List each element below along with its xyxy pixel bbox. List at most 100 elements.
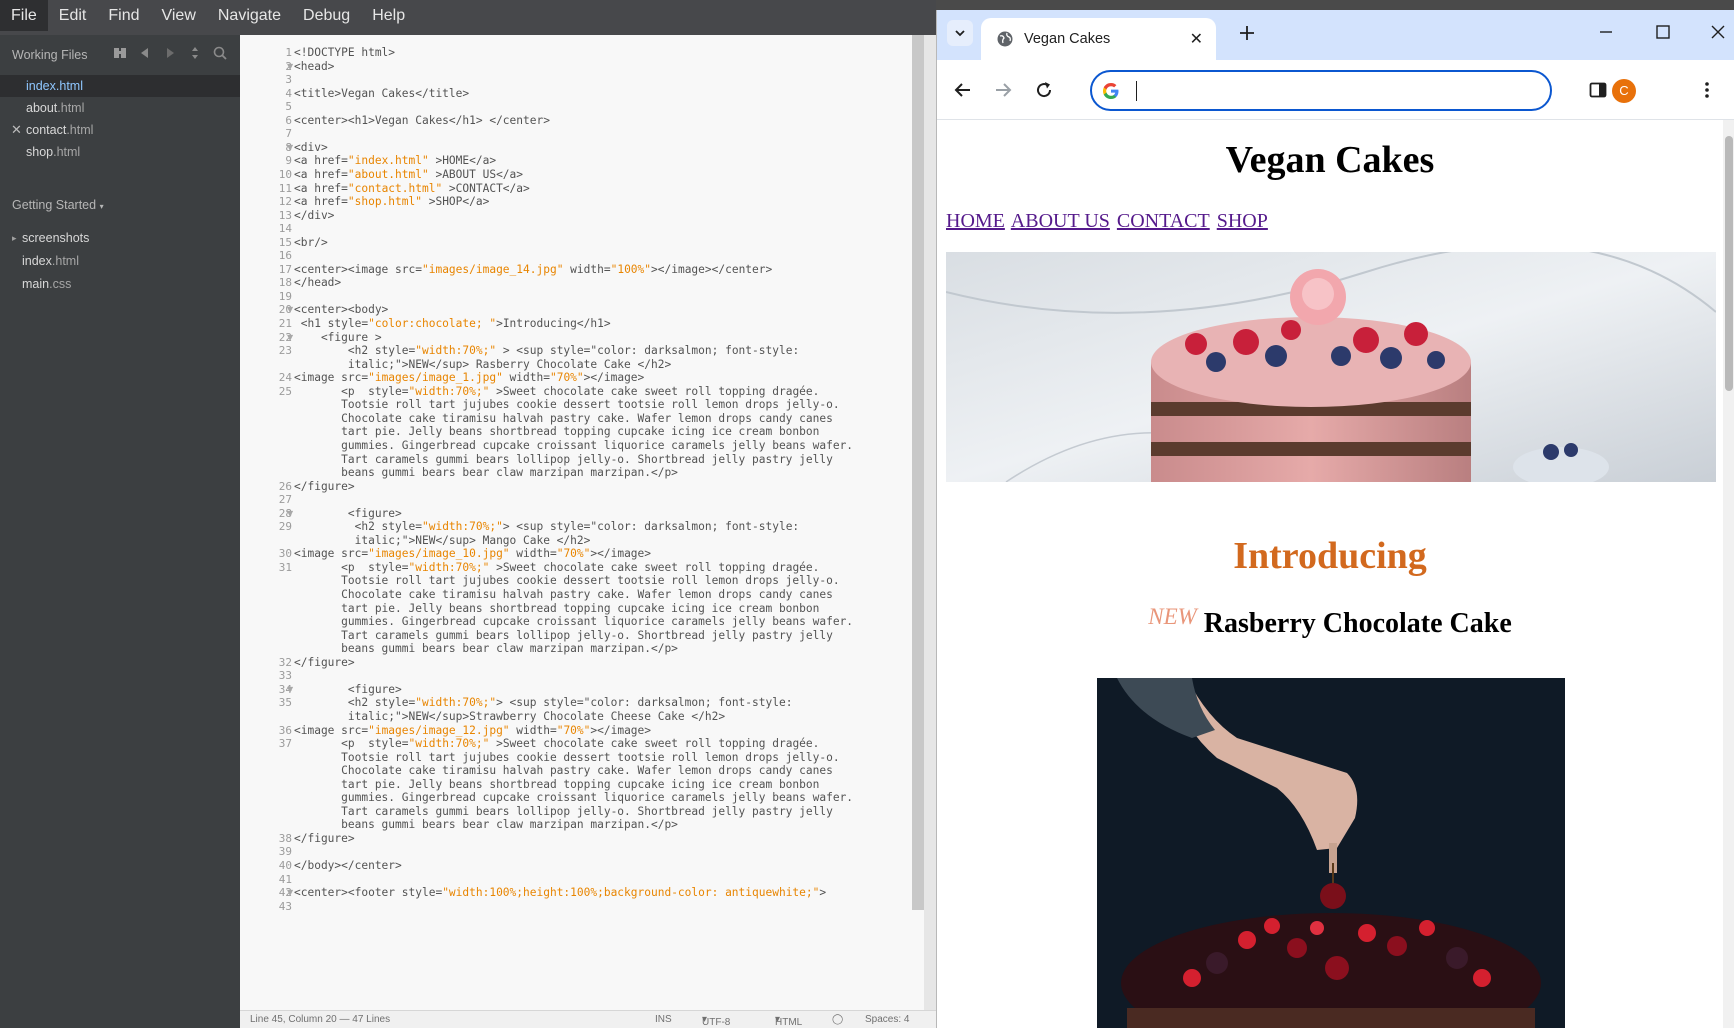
code-line[interactable]: <figure> — [294, 683, 402, 696]
code-line[interactable]: <image src="images/image_12.jpg" width="… — [294, 724, 651, 737]
code-line[interactable]: <a href="contact.html" >CONTACT</a> — [294, 182, 530, 195]
sort-icon[interactable] — [187, 45, 203, 61]
code-line[interactable]: </div> — [294, 209, 334, 222]
code-line[interactable]: tart pie. Jelly beans shortbread topping… — [294, 778, 819, 791]
folder-collapsed-icon[interactable]: ▸ — [12, 234, 17, 244]
code-line[interactable]: <center><footer style="width:100%;height… — [294, 886, 826, 899]
code-line[interactable]: italic;">NEW</sup> Mango Cake </h2> — [294, 534, 591, 547]
lint-status-icon[interactable]: ◯ — [832, 1014, 843, 1025]
fold-toggle-icon[interactable]: ▼ — [287, 143, 293, 152]
code-line[interactable]: <h1 style="color:chocolate; ">Introducin… — [294, 317, 611, 330]
code-line[interactable]: tart pie. Jelly beans shortbread topping… — [294, 425, 819, 438]
code-line[interactable]: Chocolate cake tiramisu halvah pastry ca… — [294, 764, 833, 777]
code-line[interactable]: <br/> — [294, 236, 328, 249]
editor-scrollbar[interactable] — [912, 35, 924, 910]
menu-find[interactable]: Find — [97, 0, 150, 31]
close-file-icon[interactable]: ✕ — [11, 119, 22, 141]
close-tab-icon[interactable]: ✕ — [1190, 29, 1203, 48]
code-line[interactable]: gummies. Gingerbread cupcake croissant l… — [294, 439, 853, 452]
working-file-contact[interactable]: ✕ contact.html — [0, 119, 240, 141]
fold-toggle-icon[interactable]: ▼ — [287, 888, 293, 897]
code-line[interactable]: Tootsie roll tart jujubes cookie dessert… — [294, 398, 839, 411]
code-line[interactable]: <!DOCTYPE html> — [294, 46, 395, 59]
code-line[interactable]: <image src="images/image_1.jpg" width="7… — [294, 371, 644, 384]
code-line[interactable]: <title>Vegan Cakes</title> — [294, 87, 469, 100]
code-line[interactable]: <a href="shop.html" >SHOP</a> — [294, 195, 489, 208]
address-bar[interactable] — [1090, 70, 1552, 111]
page-scrollbar[interactable] — [1723, 120, 1734, 1028]
menu-debug[interactable]: Debug — [292, 0, 361, 31]
project-title[interactable]: Getting Started ▾ — [12, 198, 104, 212]
menu-navigate[interactable]: Navigate — [207, 0, 292, 31]
tree-folder-screenshots[interactable]: screenshots — [22, 231, 89, 245]
search-icon[interactable] — [212, 45, 228, 61]
code-line[interactable]: <center><h1>Vegan Cakes</h1> </center> — [294, 114, 550, 127]
code-line[interactable]: <figure > — [294, 331, 382, 344]
code-line[interactable]: <p style="width:70%;" >Sweet chocolate c… — [294, 737, 819, 750]
code-line[interactable]: gummies. Gingerbread cupcake croissant l… — [294, 791, 853, 804]
working-file-shop[interactable]: shop.html — [0, 141, 240, 163]
code-line[interactable]: </figure> — [294, 656, 355, 669]
close-window-icon[interactable] — [1710, 24, 1726, 40]
menu-file[interactable]: File — [0, 0, 48, 31]
code-line[interactable]: <div> — [294, 141, 328, 154]
nav-back-icon[interactable] — [137, 45, 153, 61]
code-line[interactable]: <h2 style="width:70%;"> <sup style="colo… — [294, 696, 793, 709]
code-line[interactable]: beans gummi bears bear claw marzipan mar… — [294, 818, 678, 831]
code-line[interactable]: <p style="width:70%;" >Sweet chocolate c… — [294, 561, 819, 574]
nav-link-shop[interactable]: SHOP — [1217, 210, 1268, 232]
code-line[interactable]: </figure> — [294, 480, 355, 493]
nav-link-contact[interactable]: CONTACT — [1117, 210, 1210, 232]
fold-toggle-icon[interactable]: ▼ — [287, 509, 293, 518]
code-line[interactable]: Tart caramels gummi bears lollipop jelly… — [294, 453, 833, 466]
code-line[interactable]: </head> — [294, 276, 341, 289]
working-file-index[interactable]: index.html — [0, 75, 240, 97]
code-line[interactable]: <image src="images/image_10.jpg" width="… — [294, 547, 651, 560]
split-view-icon[interactable] — [112, 45, 128, 61]
code-editor[interactable]: 1 2 ▼ 3 4 5 6 7 8 ▼ 9 10 11 12 13 14 15 16 17 18 19 20 ▼ 21 22 ▼ 2… — [240, 35, 924, 1010]
fold-toggle-icon[interactable]: ▼ — [287, 685, 293, 694]
code-line[interactable]: Tootsie roll tart jujubes cookie dessert… — [294, 751, 839, 764]
indent-spaces[interactable]: Spaces: 4 — [865, 1014, 909, 1025]
code-line[interactable]: <center><image src="images/image_14.jpg"… — [294, 263, 772, 276]
code-line[interactable]: Chocolate cake tiramisu halvah pastry ca… — [294, 588, 833, 601]
code-line[interactable]: <a href="index.html" >HOME</a> — [294, 154, 496, 167]
code-line[interactable]: gummies. Gingerbread cupcake croissant l… — [294, 615, 853, 628]
code-line[interactable]: italic;">NEW</sup>Strawberry Chocolate C… — [294, 710, 725, 723]
code-line[interactable]: Tootsie roll tart jujubes cookie dessert… — [294, 574, 839, 587]
code-line[interactable]: beans gummi bears bear claw marzipan mar… — [294, 642, 678, 655]
profile-avatar[interactable]: C — [1612, 79, 1636, 103]
editor-scroll-track[interactable] — [924, 35, 936, 1028]
maximize-icon[interactable] — [1655, 24, 1671, 40]
more-menu-icon[interactable] — [1703, 80, 1711, 100]
code-line[interactable]: </figure> — [294, 832, 355, 845]
menu-edit[interactable]: Edit — [48, 0, 98, 31]
code-line[interactable]: <p style="width:70%;" >Sweet chocolate c… — [294, 385, 819, 398]
code-line[interactable]: <figure> — [294, 507, 402, 520]
encoding-select[interactable]: UTF-8 ▾ — [702, 1014, 730, 1028]
code-line[interactable]: Tart caramels gummi bears lollipop jelly… — [294, 629, 833, 642]
fold-toggle-icon[interactable]: ▼ — [287, 333, 293, 342]
back-icon[interactable] — [953, 80, 973, 100]
minimize-icon[interactable] — [1598, 24, 1614, 40]
language-select[interactable]: HTML ▾ — [775, 1014, 802, 1028]
fold-toggle-icon[interactable]: ▼ — [287, 305, 293, 314]
page-scroll-thumb[interactable] — [1725, 136, 1733, 391]
tree-file-index[interactable]: index.html — [22, 254, 79, 268]
code-line[interactable]: Chocolate cake tiramisu halvah pastry ca… — [294, 412, 833, 425]
code-line[interactable]: italic;">NEW</sup> Rasberry Chocolate Ca… — [294, 358, 671, 371]
reload-icon[interactable] — [1034, 80, 1054, 100]
menu-view[interactable]: View — [150, 0, 206, 31]
code-line[interactable]: <head> — [294, 60, 334, 73]
code-line[interactable]: beans gummi bears bear claw marzipan mar… — [294, 466, 678, 479]
new-tab-icon[interactable] — [1238, 24, 1256, 42]
code-line[interactable]: <center><body> — [294, 303, 388, 316]
code-line[interactable]: Tart caramels gummi bears lollipop jelly… — [294, 805, 833, 818]
side-panel-icon[interactable] — [1588, 80, 1608, 100]
browser-tab[interactable]: Vegan Cakes ✕ — [981, 18, 1216, 60]
nav-link-about[interactable]: ABOUT US — [1011, 210, 1110, 232]
tab-search-button[interactable] — [947, 20, 973, 46]
fold-toggle-icon[interactable]: ▼ — [287, 62, 293, 71]
code-line[interactable]: <h2 style="width:70%;" > <sup style="col… — [294, 344, 799, 357]
insert-mode[interactable]: INS — [655, 1014, 672, 1025]
